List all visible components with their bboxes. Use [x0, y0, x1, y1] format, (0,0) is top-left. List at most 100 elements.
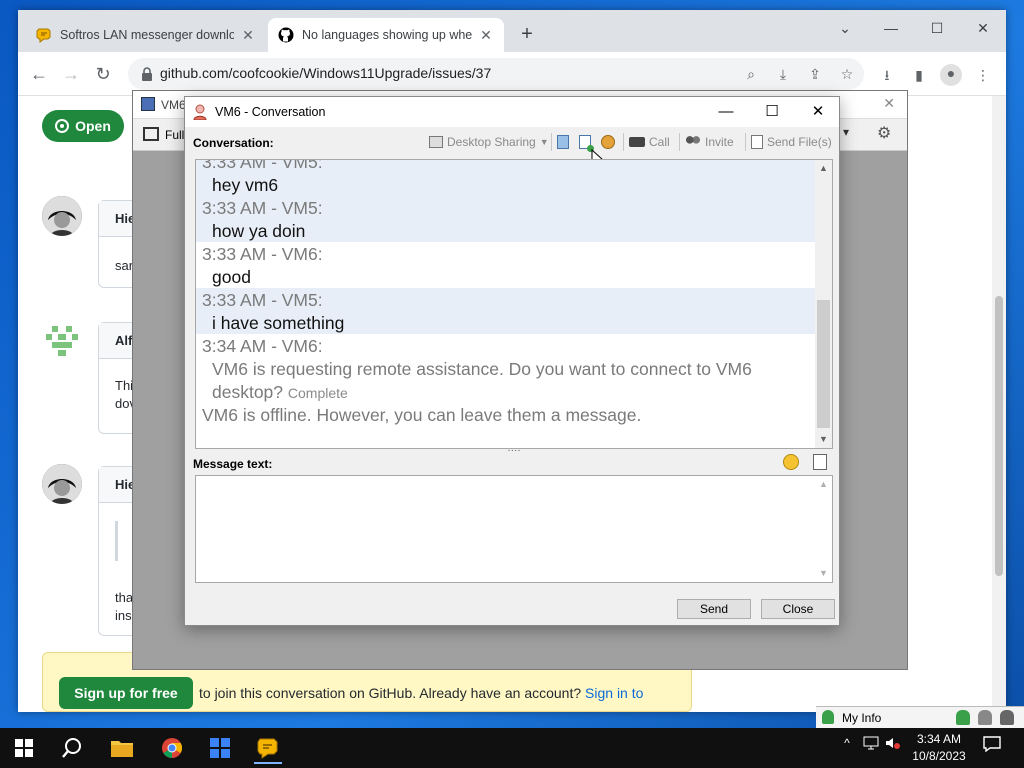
- send-button[interactable]: Send: [677, 599, 751, 619]
- avatar[interactable]: [42, 196, 82, 236]
- windows-start-icon[interactable]: [4, 732, 44, 764]
- my-info-label[interactable]: My Info: [842, 711, 881, 725]
- tab-close-icon[interactable]: ✕: [240, 27, 256, 44]
- maximize-icon[interactable]: ☐: [749, 97, 795, 127]
- remote-desktop-icon[interactable]: [200, 732, 240, 764]
- github-icon: [278, 27, 294, 43]
- signup-link[interactable]: to join this conversation on GitHub.: [199, 685, 416, 701]
- system-clock[interactable]: 3:34 AM 10/8/2023: [904, 731, 974, 765]
- toolbar-divider: [551, 133, 552, 151]
- chat-message: 3:33 AM - VM5: how ya doin: [196, 196, 816, 242]
- reload-icon[interactable]: ↻: [90, 61, 116, 87]
- tab-softros[interactable]: Softros LAN messenger downlo ✕: [26, 18, 266, 52]
- maximize-icon[interactable]: ☐: [914, 14, 960, 44]
- scroll-down-arrow-icon[interactable]: ▼: [815, 565, 832, 582]
- message-scrollbar[interactable]: ▲ ▼: [815, 476, 832, 582]
- install-app-icon[interactable]: ⤓: [774, 65, 792, 83]
- quote-bar: [115, 521, 118, 561]
- search-icon[interactable]: [52, 732, 92, 764]
- avatar[interactable]: [42, 464, 82, 504]
- bookmark-star-icon[interactable]: ☆: [838, 65, 856, 83]
- chrome-icon[interactable]: [152, 732, 192, 764]
- tab-title: Softros LAN messenger downlo: [60, 28, 234, 42]
- back-arrow-icon[interactable]: ←: [26, 61, 52, 87]
- scroll-up-arrow-icon[interactable]: ▲: [815, 160, 832, 177]
- forward-arrow-icon[interactable]: →: [58, 61, 84, 87]
- scroll-up-arrow-icon[interactable]: ▲: [815, 476, 832, 493]
- chat-message-meta: 3:34 AM - VM6:: [202, 336, 323, 356]
- profile-avatar-icon[interactable]: ●: [940, 64, 962, 86]
- softros-messenger-taskbar-icon[interactable]: [248, 732, 288, 764]
- call-label: Call: [649, 135, 670, 149]
- fullscreen-icon[interactable]: [143, 127, 159, 141]
- chat-message-text: hey vm6: [212, 175, 279, 195]
- sign-in-link[interactable]: Sign in to: [585, 685, 643, 701]
- avatar[interactable]: [42, 320, 82, 360]
- fullscreen-label[interactable]: Full: [165, 128, 184, 142]
- scrollbar-thumb[interactable]: [995, 296, 1003, 576]
- edit-note-icon[interactable]: [813, 454, 827, 470]
- scroll-down-arrow-icon[interactable]: ▼: [815, 431, 832, 448]
- tab-close-icon[interactable]: ✕: [478, 27, 494, 44]
- close-icon[interactable]: ✕: [795, 97, 841, 127]
- search-icon[interactable]: ⌕: [742, 65, 760, 83]
- file-explorer-icon[interactable]: [102, 732, 142, 764]
- call-button[interactable]: Call: [629, 133, 670, 151]
- invite-button[interactable]: Invite: [685, 133, 734, 151]
- invite-label: Invite: [705, 135, 734, 149]
- bg-dropdown-icon[interactable]: ▾: [843, 125, 849, 139]
- address-bar[interactable]: github.com/coofcookie/Windows11Upgrade/i…: [128, 58, 864, 90]
- show-hidden-icons-chevron-icon[interactable]: ^: [838, 736, 856, 760]
- bg-settings-gear-icon[interactable]: ⚙: [877, 123, 891, 143]
- emoticon-smiley-icon[interactable]: [783, 454, 799, 470]
- history-book-icon[interactable]: [557, 133, 569, 151]
- minimize-icon[interactable]: —: [703, 97, 749, 127]
- signup-prompt: to join this conversation on GitHub. Alr…: [199, 685, 643, 701]
- bg-close-icon[interactable]: ✕: [883, 95, 895, 112]
- invite-users-icon: [685, 135, 701, 149]
- toolbar-divider: [679, 133, 680, 151]
- chat-message: 3:33 AM - VM5: i have something: [196, 288, 816, 334]
- chat-scrollbar-thumb[interactable]: [817, 300, 830, 428]
- remote-request-question: desktop?: [212, 382, 284, 402]
- network-icon[interactable]: [862, 736, 880, 760]
- notification-icon[interactable]: [982, 736, 1002, 760]
- volume-muted-icon[interactable]: [884, 736, 902, 760]
- clock-date: 10/8/2023: [912, 749, 966, 763]
- menu-kebab-icon[interactable]: ⋮: [974, 66, 992, 84]
- side-panel-icon[interactable]: ▮: [910, 66, 928, 84]
- close-button[interactable]: Close: [761, 599, 835, 619]
- sign-up-button[interactable]: Sign up for free: [59, 677, 193, 709]
- tab-search-chevron-icon[interactable]: ⌄: [822, 14, 868, 44]
- send-files-button[interactable]: Send File(s): [751, 133, 832, 151]
- minimize-icon[interactable]: —: [868, 14, 914, 44]
- status-badge-label: Open: [75, 118, 111, 134]
- download-icon[interactable]: ⭳: [878, 66, 896, 84]
- status-away-icon[interactable]: [978, 710, 992, 725]
- tab-github-issue[interactable]: No languages showing up when ✕: [268, 18, 504, 52]
- new-tab-button[interactable]: +: [516, 24, 538, 46]
- share-icon[interactable]: ⇪: [806, 65, 824, 83]
- chat-message-meta: 3:33 AM - VM5:: [202, 198, 323, 218]
- conversation-title: VM6 - Conversation: [215, 105, 326, 119]
- conversation-history[interactable]: 3:33 AM - VM5: hey vm6 3:33 AM - VM5: ho…: [195, 159, 833, 449]
- toolbar-divider: [745, 133, 746, 151]
- message-input[interactable]: ▲ ▼: [195, 475, 833, 583]
- close-icon[interactable]: ✕: [960, 14, 1006, 44]
- issue-open-icon: [55, 119, 70, 133]
- taskbar: ^ 3:34 AM 10/8/2023: [0, 728, 1024, 768]
- conversation-label: Conversation:: [193, 136, 274, 150]
- chat-message-text: good: [212, 267, 251, 287]
- chat-scrollbar[interactable]: ▲ ▼: [815, 160, 832, 448]
- pane-splitter-handle[interactable]: ····: [505, 446, 523, 456]
- clock-time: 3:34 AM: [916, 732, 962, 746]
- remote-request-status: Complete: [287, 385, 348, 401]
- issue-status-badge: Open: [42, 110, 124, 142]
- status-busy-icon[interactable]: [1000, 710, 1014, 725]
- chat-message: 3:33 AM - VM5: hey vm6: [196, 160, 816, 196]
- page-scrollbar[interactable]: [992, 96, 1006, 712]
- contact-card-icon[interactable]: [579, 133, 594, 152]
- status-online-icon[interactable]: [956, 710, 970, 725]
- desktop-sharing-button[interactable]: Desktop Sharing ▼: [429, 133, 549, 151]
- desktop-sharing-icon: [429, 136, 443, 148]
